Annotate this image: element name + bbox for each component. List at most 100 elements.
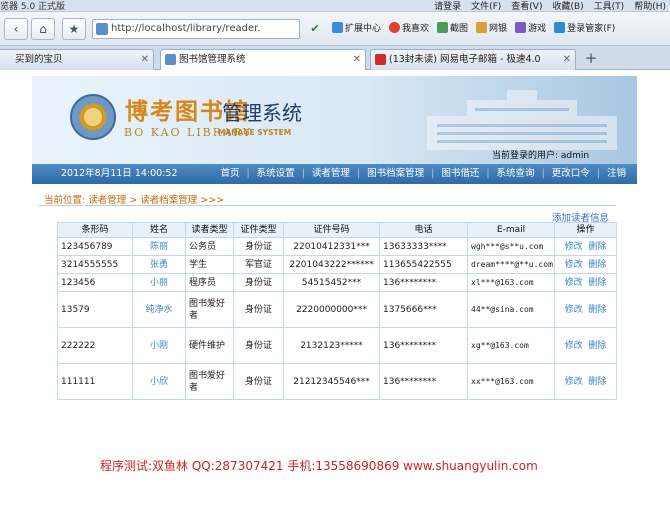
close-icon[interactable]: ✕ (141, 50, 149, 69)
tab-bar: 买到的宝贝 ✕ 图书馆管理系统 ✕ (13封未读) 网易电子邮箱 - 极速4.0… (0, 46, 670, 71)
ext-games[interactable]: 游戏 (515, 21, 546, 34)
browser-window: 览器 5.0 正式版 请登录 文件(F) 查看(V) 收藏(B) 工具(T) 帮… (0, 0, 670, 512)
table-row: 13579 纯净水 图书爱好者 身份证 2220000000*** 1375666*** 4… (57, 291, 617, 328)
cell-name[interactable]: 张勇 (132, 255, 186, 274)
delete-link[interactable]: 删除 (588, 341, 606, 351)
back-button[interactable]: ‹ (4, 18, 28, 40)
cell-barcode: 13579 (57, 291, 133, 328)
cell-reader-type: 公务员 (185, 237, 234, 256)
cell-reader-type: 程序员 (185, 273, 234, 292)
cell-id-type: 身份证 (233, 327, 284, 364)
cell-email: xl***@163.com (467, 273, 555, 292)
cell-phone: 113655422555 (379, 255, 468, 274)
edit-link[interactable]: 修改 (565, 305, 583, 315)
edit-link[interactable]: 修改 (565, 242, 583, 252)
home-button[interactable]: ⌂ (31, 18, 55, 40)
address-text: http://localhost/library/reader. (111, 23, 261, 34)
menu-view[interactable]: 查看(V) (511, 0, 542, 12)
nav-reader-mgmt[interactable]: 读者管理 (305, 164, 357, 184)
address-bar[interactable]: http://localhost/library/reader. (92, 19, 300, 39)
verify-icon[interactable]: ✔ (306, 19, 324, 39)
cell-name[interactable]: 小刚 (132, 327, 186, 364)
browser-toolbar: ‹ ⌂ ★ http://localhost/library/reader. ✔… (0, 12, 670, 46)
tab-mail[interactable]: (13封未读) 网易电子邮箱 - 极速4.0 ✕ (370, 49, 576, 70)
cell-reader-type: 学生 (185, 255, 234, 274)
cell-reader-type: 图书爱好者 (185, 291, 234, 328)
ext-login-manager[interactable]: 登录管家(F) (554, 21, 615, 34)
site-favicon (96, 23, 108, 35)
menu-tools[interactable]: 工具(T) (594, 0, 625, 12)
nav-logout[interactable]: 注销 (600, 164, 633, 184)
menu-help[interactable]: 帮助(H) (634, 0, 666, 12)
menu-login[interactable]: 请登录 (434, 0, 461, 12)
cell-id-type: 军官证 (233, 255, 284, 274)
puzzle-icon (332, 22, 343, 33)
cell-reader-type: 图书爱好者 (185, 363, 234, 400)
nav-query[interactable]: 系统查询 (490, 164, 542, 184)
edit-link[interactable]: 修改 (565, 377, 583, 387)
cell-phone: 136******** (379, 363, 468, 400)
edit-link[interactable]: 修改 (565, 341, 583, 351)
table-row: 123456789 陈丽 公务员 身份证 22010412331*** 13633333*… (57, 237, 617, 256)
mail-icon (375, 54, 386, 65)
cell-id-number: 54515452*** (283, 273, 380, 292)
title-bar: 览器 5.0 正式版 请登录 文件(F) 查看(V) 收藏(B) 工具(T) 帮… (0, 0, 670, 12)
col-id-number: 证件号码 (283, 222, 380, 238)
cell-email: xx***@163.com (467, 363, 555, 400)
delete-link[interactable]: 删除 (588, 377, 606, 387)
star-icon: ★ (68, 22, 80, 36)
cell-barcode: 123456789 (57, 237, 133, 256)
cell-actions: 修改 删除 (554, 363, 617, 400)
delete-link[interactable]: 删除 (588, 305, 606, 315)
cell-name[interactable]: 小欣 (132, 363, 186, 400)
ext-center[interactable]: 扩展中心 (332, 21, 381, 34)
footer-note: 程序测试:双鱼林 QQ:287307421 手机:13558690869 www… (100, 459, 538, 473)
cell-barcode: 222222 (57, 327, 133, 364)
nav-home[interactable]: 首页 (213, 164, 246, 184)
nav-book-archive[interactable]: 图书档案管理 (360, 164, 431, 184)
nav-settings[interactable]: 系统设置 (250, 164, 302, 184)
cell-phone: 136******** (379, 327, 468, 364)
nav-borrow-return[interactable]: 图书借还 (434, 164, 486, 184)
close-icon[interactable]: ✕ (353, 50, 361, 69)
cell-id-type: 身份证 (233, 291, 284, 328)
screenshot-icon (437, 22, 449, 33)
tab-library[interactable]: 图书馆管理系统 ✕ (160, 49, 366, 71)
cell-id-number: 22010412331*** (283, 237, 380, 256)
key-icon (554, 22, 566, 33)
close-icon[interactable]: ✕ (563, 50, 571, 69)
table-row: 3214555555 张勇 学生 军官证 2201043222****** 1136554… (57, 255, 617, 274)
delete-link[interactable]: 删除 (588, 242, 606, 252)
page-icon (165, 54, 176, 65)
cell-email: 44**@sina.com (467, 291, 555, 328)
new-tab-button[interactable]: + (580, 50, 602, 68)
table-row: 111111 小欣 图书爱好者 身份证 21212345546*** 136*******… (57, 363, 617, 400)
menu-file[interactable]: 文件(F) (471, 0, 501, 12)
cell-name[interactable]: 小丽 (132, 273, 186, 292)
cell-email: wgh***@s**u.com (467, 237, 555, 256)
cell-email: xg**@163.com (467, 327, 555, 364)
ext-like[interactable]: 我喜欢 (389, 21, 429, 34)
tab-shopping[interactable]: 买到的宝贝 ✕ (0, 49, 154, 70)
extension-bar: 扩展中心 我喜欢 截图 网银 游戏 登录管家(F) (332, 21, 615, 34)
nav-change-password[interactable]: 更改口令 (545, 164, 597, 184)
back-icon: ‹ (13, 22, 19, 36)
delete-link[interactable]: 删除 (588, 278, 606, 288)
edit-link[interactable]: 修改 (565, 260, 583, 270)
col-email: E-mail (467, 222, 555, 238)
cell-name[interactable]: 纯净水 (132, 291, 186, 328)
cell-id-type: 身份证 (233, 237, 284, 256)
ext-screenshot[interactable]: 截图 (437, 21, 468, 34)
cell-phone: 1375666*** (379, 291, 468, 328)
favorite-button[interactable]: ★ (62, 18, 86, 40)
ext-bank[interactable]: 网银 (476, 21, 507, 34)
library-logo-seal (70, 94, 116, 140)
heart-icon (389, 22, 401, 33)
breadcrumb: 当前位置: 读者管理 > 读者档案管理 >>> (44, 195, 225, 206)
menu-favorites[interactable]: 收藏(B) (552, 0, 583, 12)
delete-link[interactable]: 删除 (588, 260, 606, 270)
cell-name[interactable]: 陈丽 (132, 237, 186, 256)
edit-link[interactable]: 修改 (565, 278, 583, 288)
cell-actions: 修改 删除 (554, 327, 617, 364)
cell-actions: 修改 删除 (554, 291, 617, 328)
